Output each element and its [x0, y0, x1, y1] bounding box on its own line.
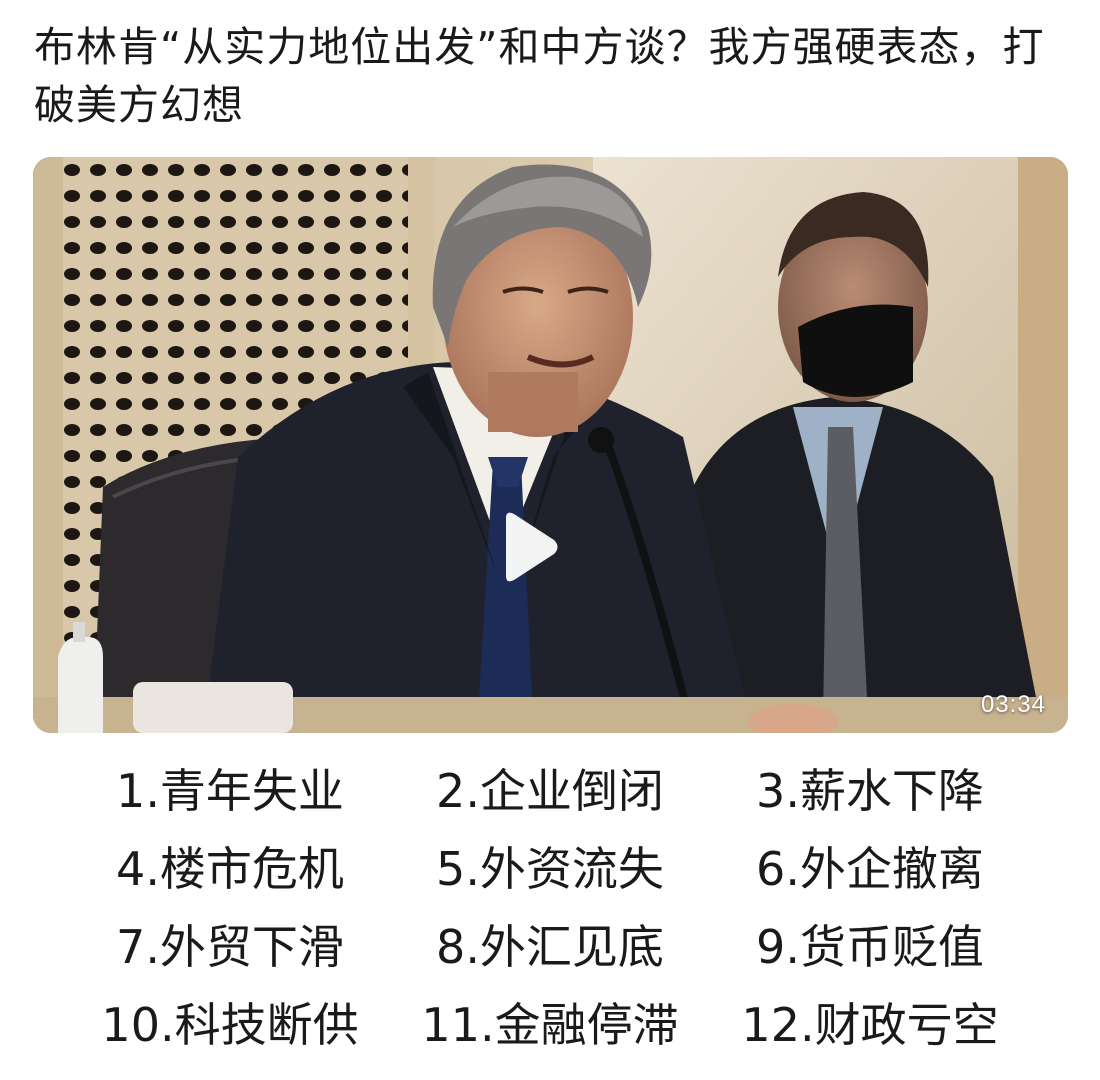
list-item: 11.金融停滞	[421, 998, 679, 1052]
list-item: 7.外贸下滑	[116, 920, 344, 974]
issue-list: 1.青年失业 2.企业倒闭 3.薪水下降 4.楼市危机 5.外资流失 6.外企撤…	[70, 752, 1030, 1064]
list-item: 8.外汇见底	[436, 920, 664, 974]
list-item: 9.货币贬值	[756, 920, 984, 974]
list-item: 1.青年失业	[116, 764, 344, 818]
post-title[interactable]: 布林肯“从实力地位出发”和中方谈？我方强硬表态，打破美方幻想	[34, 18, 1074, 134]
list-item: 3.薪水下降	[756, 764, 984, 818]
list-item: 6.外企撤离	[756, 842, 984, 896]
list-item: 5.外资流失	[436, 842, 664, 896]
list-item: 12.财政亏空	[741, 998, 999, 1052]
video-duration: 03:34	[980, 691, 1046, 718]
list-item: 2.企业倒闭	[436, 764, 664, 818]
video-player[interactable]: 03:34	[33, 157, 1068, 733]
video-thumbnail	[33, 157, 1068, 733]
list-item: 4.楼市危机	[116, 842, 344, 896]
list-item: 10.科技断供	[101, 998, 359, 1052]
play-icon[interactable]	[468, 492, 578, 602]
